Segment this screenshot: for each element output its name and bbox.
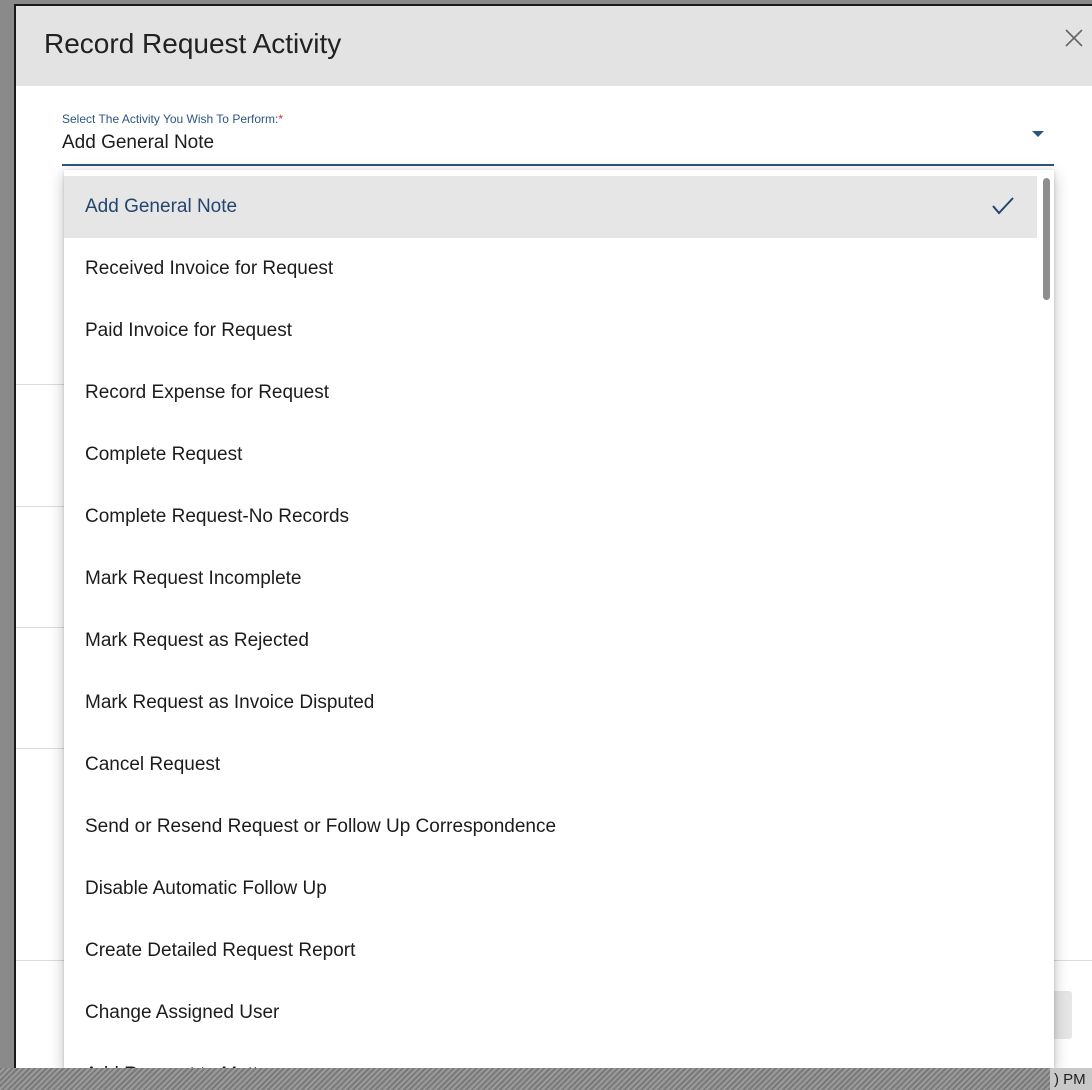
record-request-activity-dialog: Record Request Activity Select The Activ… <box>14 4 1092 1068</box>
activity-option[interactable]: Complete Request <box>64 424 1037 486</box>
activity-option[interactable]: Add General Note <box>64 176 1037 238</box>
activity-option-label: Received Invoice for Request <box>85 258 334 279</box>
form-divider <box>16 627 64 628</box>
activity-option-label: Send or Resend Request or Follow Up Corr… <box>85 816 557 837</box>
activity-options-list: Add General Note Received Invoice for Req… <box>64 170 1054 1068</box>
activity-option[interactable]: Add Request to Matter <box>64 1044 1037 1068</box>
activity-option[interactable]: Mark Request as Rejected <box>64 610 1037 672</box>
activity-option-label: Complete Request-No Records <box>85 506 350 527</box>
dialog-header: Record Request Activity <box>16 6 1092 86</box>
activity-option[interactable]: Received Invoice for Request <box>64 238 1037 300</box>
activity-select-label: Select The Activity You Wish To Perform:… <box>62 112 283 126</box>
check-icon <box>992 197 1014 215</box>
form-divider <box>16 506 64 507</box>
activity-option[interactable]: Mark Request Incomplete <box>64 548 1037 610</box>
dialog-title: Record Request Activity <box>44 28 342 59</box>
activity-option[interactable]: Complete Request-No Records <box>64 486 1037 548</box>
close-icon <box>1065 29 1083 47</box>
activity-option-label: Create Detailed Request Report <box>85 940 356 961</box>
activity-option-label: Complete Request <box>85 444 243 465</box>
activity-option-label: Add General Note <box>85 196 238 217</box>
activity-option[interactable]: Create Detailed Request Report <box>64 920 1037 982</box>
activity-dropdown-menu: Add General Note Received Invoice for Req… <box>64 170 1054 1068</box>
activity-option[interactable]: Disable Automatic Follow Up <box>64 858 1037 920</box>
caret-down-icon[interactable] <box>1032 131 1044 137</box>
activity-option-label: Record Expense for Request <box>85 382 329 403</box>
background-taskbar <box>0 1068 1092 1090</box>
background-clock: ) PM <box>1050 1068 1092 1090</box>
form-divider <box>16 748 64 749</box>
form-divider <box>16 384 64 385</box>
activity-option[interactable]: Cancel Request <box>64 734 1037 796</box>
required-indicator: * <box>278 112 283 126</box>
activity-option-label: Paid Invoice for Request <box>85 320 293 341</box>
activity-option[interactable]: Mark Request as Invoice Disputed <box>64 672 1037 734</box>
activity-option-label: Change Assigned User <box>85 1002 280 1023</box>
activity-option[interactable]: Paid Invoice for Request <box>64 300 1037 362</box>
activity-option[interactable]: Send or Resend Request or Follow Up Corr… <box>64 796 1037 858</box>
activity-select[interactable]: Select The Activity You Wish To Perform:… <box>62 106 1054 166</box>
activity-option-label: Mark Request as Invoice Disputed <box>85 692 375 713</box>
activity-option[interactable]: Change Assigned User <box>64 982 1037 1044</box>
activity-option-label: Disable Automatic Follow Up <box>85 878 327 899</box>
dropdown-scrollbar[interactable] <box>1042 176 1050 1066</box>
activity-option[interactable]: Record Expense for Request <box>64 362 1037 424</box>
activity-select-value: Add General Note <box>62 132 215 153</box>
close-button[interactable] <box>1058 20 1090 56</box>
activity-option-label: Cancel Request <box>85 754 221 775</box>
scrollbar-thumb[interactable] <box>1043 178 1050 300</box>
activity-option-label: Mark Request Incomplete <box>85 568 302 589</box>
activity-option-label: Add Request to Matter <box>85 1064 275 1068</box>
activity-option-label: Mark Request as Rejected <box>85 630 309 651</box>
